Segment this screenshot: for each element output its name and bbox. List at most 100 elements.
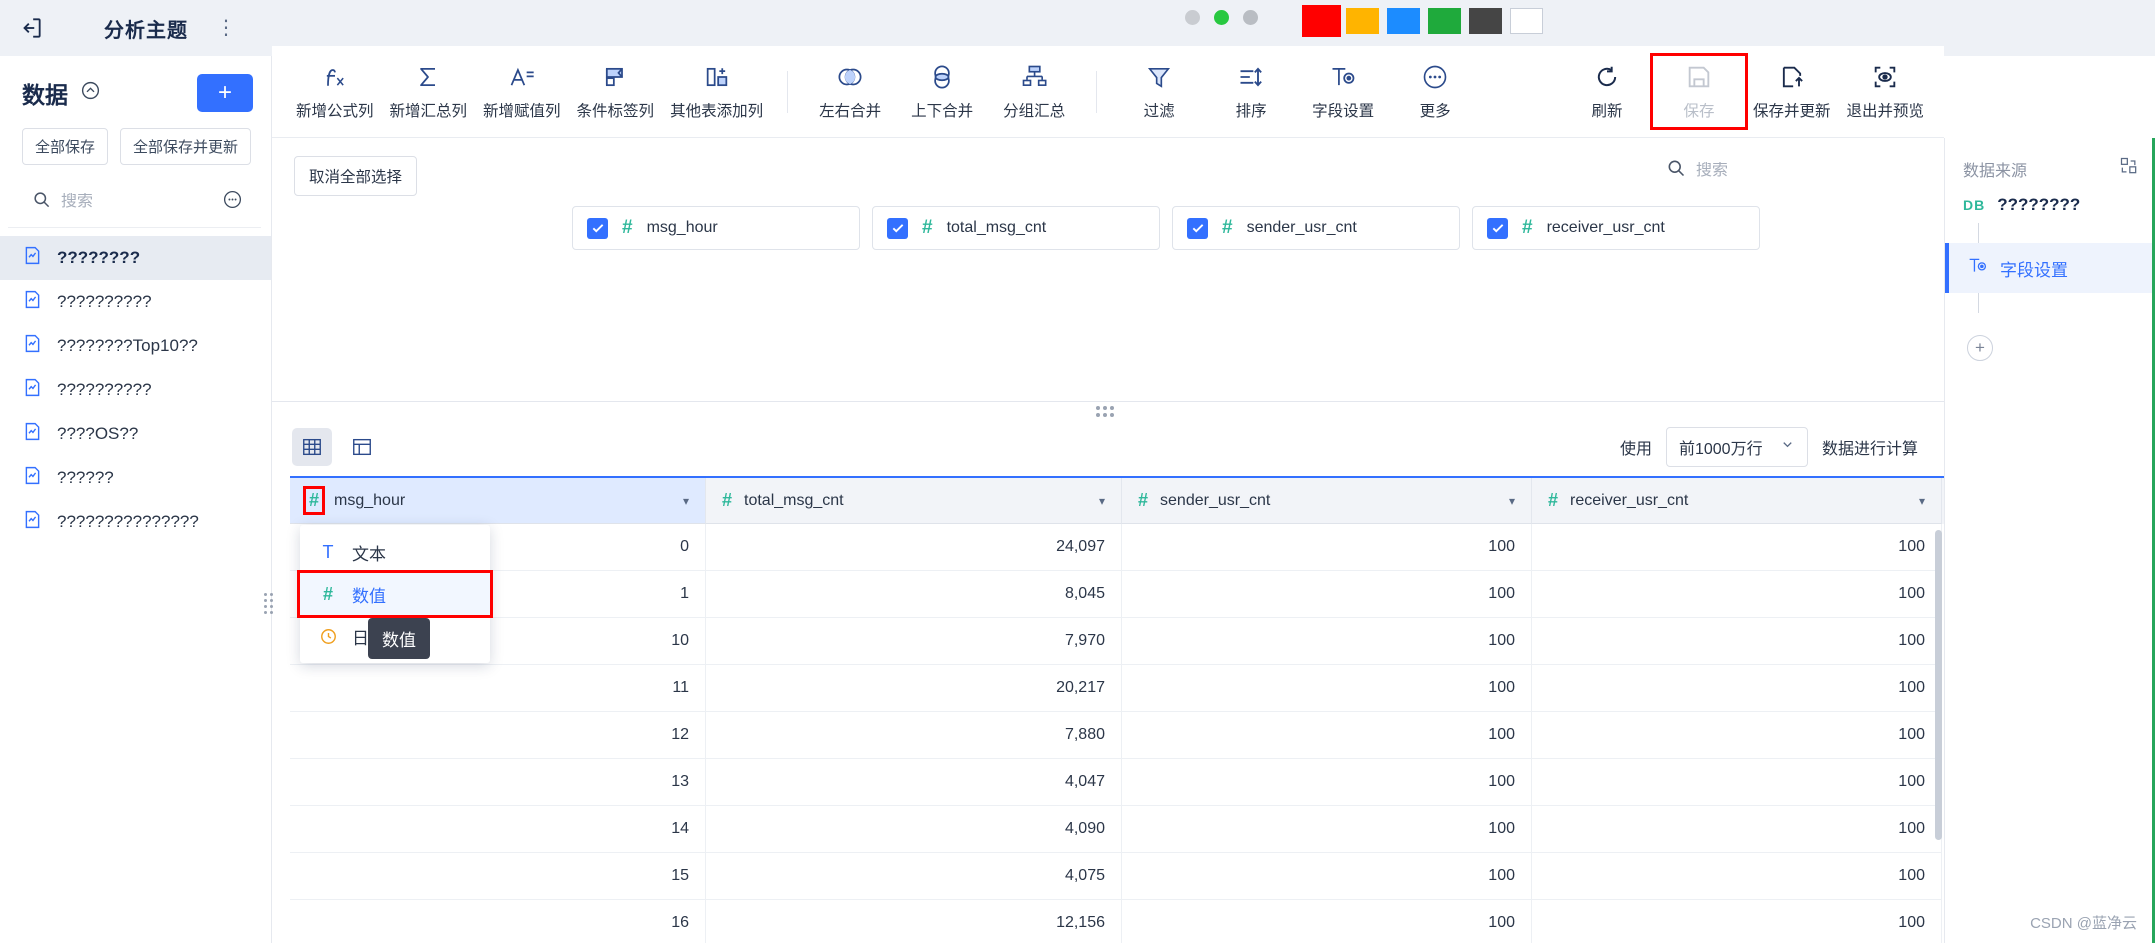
toolbar-divider [787, 70, 789, 113]
window-dots [1185, 10, 1258, 25]
expand-panel-icon[interactable] [2119, 156, 2139, 181]
new-formula-column-button[interactable]: 新增公式列 [288, 62, 382, 121]
exit-and-preview-button[interactable]: 退出并预览 [1838, 62, 1932, 121]
sidebar-item-3[interactable]: ?????????? [0, 368, 271, 412]
fields-search-input[interactable] [1696, 161, 1886, 180]
chevron-down-icon[interactable]: ▾ [1509, 494, 1515, 508]
table-row[interactable]: 12 7,880 100 100 [290, 712, 1944, 759]
checkbox-checked-icon[interactable] [887, 217, 908, 239]
data-source-db[interactable]: DB ???????? [1945, 183, 2155, 223]
search-input[interactable] [61, 193, 181, 211]
horizontal-merge-button[interactable]: 左右合并 [804, 62, 896, 121]
checkbox-checked-icon[interactable] [1487, 217, 1508, 239]
sidebar-resize-handle[interactable] [264, 592, 274, 614]
cancel-all-selection-button[interactable]: 取消全部选择 [294, 156, 418, 196]
save-disk-icon [1685, 62, 1713, 92]
sidebar-item-4[interactable]: ????OS?? [0, 412, 271, 456]
toolbar-label: 更多 [1419, 103, 1451, 120]
cell: 7,970 [706, 618, 1122, 665]
swatch-yellow[interactable] [1346, 8, 1379, 34]
field-chip-0[interactable]: # msg_hour [572, 206, 860, 250]
title-more-icon[interactable]: ⋮ [216, 18, 236, 38]
swatch-black[interactable] [1469, 8, 1502, 34]
table-row[interactable]: 16 12,156 100 100 [290, 900, 1944, 943]
grid-header-total_msg_cnt[interactable]: # total_msg_cnt ▾ [706, 478, 1122, 524]
collapse-up-icon[interactable] [80, 80, 101, 106]
number-type-icon[interactable]: # [302, 486, 326, 515]
table-row[interactable]: 15 4,075 100 100 [290, 853, 1944, 900]
color-swatches[interactable] [1302, 5, 1543, 37]
refresh-button[interactable]: 刷新 [1561, 62, 1653, 121]
date-type-icon [318, 627, 338, 646]
sidebar-item-2[interactable]: ????????Top10?? [0, 324, 271, 368]
cell: 100 [1532, 618, 1942, 665]
checkbox-checked-icon[interactable] [1187, 217, 1208, 239]
grid-view-button[interactable] [292, 428, 332, 466]
swatch-blue[interactable] [1387, 8, 1420, 34]
dataset-icon [22, 465, 43, 491]
toolbar-label: 过滤 [1143, 103, 1175, 120]
grid-header-receiver_usr_cnt[interactable]: # receiver_usr_cnt ▾ [1532, 478, 1942, 524]
table-row[interactable]: 11 20,217 100 100 [290, 665, 1944, 712]
sidebar-item-6[interactable]: ??????????????? [0, 500, 271, 544]
add-dataset-button[interactable]: + [197, 74, 253, 112]
new-assign-column-button[interactable]: 新增赋值列 [475, 62, 569, 121]
group-aggregate-button[interactable]: 分组汇总 [988, 62, 1080, 121]
toolbar-label: 保存 [1683, 103, 1715, 120]
new-summary-column-button[interactable]: 新增汇总列 [382, 62, 476, 121]
table-row[interactable]: 1 8,045 100 100 [290, 571, 1944, 618]
more-button[interactable]: 更多 [1389, 62, 1481, 121]
grid-header-sender_usr_cnt[interactable]: # sender_usr_cnt ▾ [1122, 478, 1532, 524]
sidebar-search[interactable] [8, 177, 261, 228]
grid-header-msg_hour[interactable]: # msg_hour ▾ [290, 478, 706, 524]
field-chip-2[interactable]: # sender_usr_cnt [1172, 206, 1460, 250]
toolbar-label: 条件标签列 [576, 103, 655, 120]
chevron-down-icon[interactable]: ▾ [1099, 494, 1105, 508]
use-label: 使用 [1619, 441, 1652, 458]
swatch-white[interactable] [1510, 8, 1543, 34]
sort-button[interactable]: 排序 [1205, 62, 1297, 121]
field-settings-button[interactable]: 字段设置 [1297, 62, 1389, 121]
flow-node-label: 字段设置 [2000, 260, 2068, 280]
sidebar-item-0[interactable]: ???????? [0, 236, 271, 280]
layout-view-button[interactable] [342, 428, 382, 466]
grid-header-row: # msg_hour ▾ # total_msg_cnt ▾ # sender_… [290, 478, 1944, 524]
save-and-update-button[interactable]: 保存并更新 [1745, 62, 1839, 121]
more-dots-icon[interactable] [222, 189, 243, 215]
conditional-tag-column-button[interactable]: 条件标签列 [569, 62, 663, 121]
type-option-number[interactable]: # 数值 [297, 570, 493, 618]
vertical-merge-button[interactable]: 上下合并 [896, 62, 988, 121]
table-row[interactable]: 13 4,047 100 100 [290, 759, 1944, 806]
flow-node-field-settings[interactable]: 字段设置 [1945, 243, 2155, 293]
row-limit-select[interactable]: 前1000万行 [1665, 427, 1808, 467]
cell: 8,045 [706, 571, 1122, 618]
field-chip-3[interactable]: # receiver_usr_cnt [1472, 206, 1760, 250]
sidebar-item-5[interactable]: ?????? [0, 456, 271, 500]
save-all-button[interactable]: 全部保存 [22, 128, 109, 165]
pane-splitter-handle[interactable] [1096, 406, 1122, 417]
row-limit-value: 前1000万行 [1678, 441, 1763, 458]
chevron-down-icon[interactable]: ▾ [1919, 494, 1925, 508]
swatch-green[interactable] [1428, 8, 1461, 34]
save-all-update-button[interactable]: 全部保存并更新 [120, 128, 252, 165]
checkbox-checked-icon[interactable] [587, 217, 608, 239]
back-button[interactable] [0, 0, 62, 56]
add-node-button[interactable]: + [1967, 335, 1993, 361]
vertical-scrollbar[interactable] [1935, 530, 1942, 840]
swatch-red[interactable] [1302, 5, 1341, 37]
table-row[interactable]: 14 4,090 100 100 [290, 806, 1944, 853]
add-column-other-table-button[interactable]: 其他表添加列 [662, 62, 771, 121]
compute-label: 数据进行计算 [1821, 441, 1918, 458]
table-row[interactable]: 10 7,970 100 100 [290, 618, 1944, 665]
filter-button[interactable]: 过滤 [1113, 62, 1205, 121]
watermark: CSDN @蓝净云 [2030, 915, 2137, 932]
save-button[interactable]: 保存 [1649, 53, 1748, 130]
cell: 100 [1532, 712, 1942, 759]
sidebar-item-1[interactable]: ?????????? [0, 280, 271, 324]
field-chip-1[interactable]: # total_msg_cnt [872, 206, 1160, 250]
table-row[interactable]: 0 24,097 100 100 [290, 524, 1944, 571]
fields-search[interactable] [1666, 158, 1916, 187]
toolbar-label: 新增汇总列 [389, 103, 468, 120]
type-option-text[interactable]: T 文本 [300, 531, 490, 573]
chevron-down-icon[interactable]: ▾ [683, 494, 689, 508]
